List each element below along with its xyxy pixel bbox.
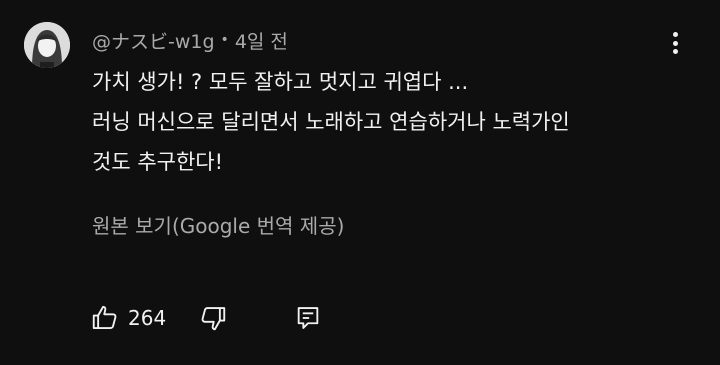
more-vert-icon[interactable]	[664, 28, 686, 58]
kebab-dot	[672, 32, 678, 37]
thumb-up-icon	[92, 305, 117, 329]
see-original-link[interactable]: 원본 보기(Google 번역 제공)	[92, 210, 344, 242]
comment-line: 가치 생가! ? 모두 잘하고 멋지고 귀엽다 ...	[92, 70, 469, 94]
kebab-dot	[672, 49, 678, 54]
like-button[interactable]: 264	[90, 303, 166, 333]
separator-dot: •	[220, 32, 229, 48]
comment-line: 것도 추구한다!	[92, 150, 224, 174]
comment-actions: 264	[90, 298, 322, 338]
avatar[interactable]	[24, 22, 70, 68]
like-count: 264	[128, 306, 167, 330]
comment-time[interactable]: 4일 전	[235, 27, 288, 54]
comment-line: 러닝 머신으로 달리면서 노래하고 연습하거나 노력가인	[92, 110, 570, 134]
dislike-button[interactable]	[198, 303, 228, 333]
kebab-dot	[672, 40, 678, 46]
reply-comment-icon	[297, 307, 319, 329]
reply-button[interactable]	[294, 304, 322, 332]
avatar-image	[24, 22, 70, 68]
comment-text: 가치 생가! ? 모두 잘하고 멋지고 귀엽다 ... 러닝 머신으로 달리면서…	[92, 62, 692, 182]
author-name[interactable]: @ナスビ-w1g	[92, 27, 215, 54]
thumb-down-icon	[201, 307, 226, 331]
comment-header: @ナスビ-w1g • 4일 전	[92, 26, 288, 54]
